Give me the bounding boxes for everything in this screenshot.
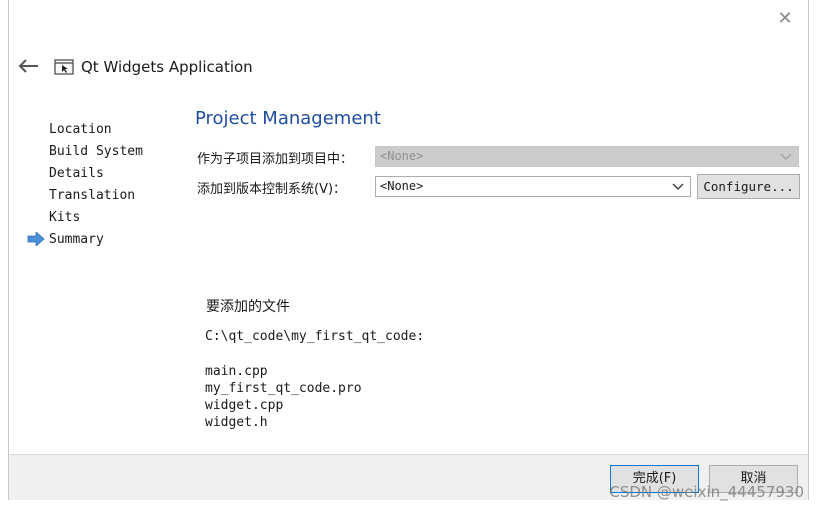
step-translation: Translation — [49, 188, 136, 203]
close-icon[interactable]: ✕ — [774, 8, 796, 30]
file-item: main.cpp — [205, 364, 268, 379]
current-step-arrow-icon — [27, 232, 45, 246]
files-path: C:\qt_code\my_first_qt_code: — [205, 329, 425, 344]
vcs-label: 添加到版本控制系统(V)： — [197, 182, 347, 197]
page-title: Project Management — [195, 108, 381, 129]
back-arrow-icon[interactable] — [18, 58, 40, 74]
add-as-subproject-value: <None> — [380, 149, 424, 163]
step-details: Details — [49, 166, 104, 181]
wizard-steps-list: Location Build System Details Translatio… — [49, 121, 143, 253]
wizard-window: ✕ Qt Widgets Application Location Build … — [8, 0, 809, 500]
add-as-subproject-label: 作为子项目添加到项目中： — [197, 152, 354, 167]
add-as-subproject-combo: <None> — [375, 146, 799, 167]
vcs-value: <None> — [380, 179, 424, 193]
vcs-combo[interactable]: <None> — [375, 176, 691, 197]
file-item: my_first_qt_code.pro — [205, 381, 362, 396]
files-list: main.cpp my_first_qt_code.pro widget.cpp… — [205, 363, 362, 431]
file-item: widget.cpp — [205, 398, 284, 413]
step-location: Location — [49, 122, 112, 137]
chevron-down-icon — [780, 153, 792, 160]
files-to-add-heading: 要添加的文件 — [206, 299, 290, 315]
wizard-title: Qt Widgets Application — [81, 58, 253, 76]
step-build-system: Build System — [49, 144, 143, 159]
step-summary: Summary — [49, 232, 104, 247]
qt-widgets-app-icon — [54, 59, 74, 75]
watermark: CSDN @weixin_44457930 — [609, 483, 804, 501]
step-kits: Kits — [49, 210, 81, 225]
configure-button[interactable]: Configure... — [697, 174, 800, 199]
chevron-down-icon — [672, 183, 684, 190]
file-item: widget.h — [205, 415, 268, 430]
